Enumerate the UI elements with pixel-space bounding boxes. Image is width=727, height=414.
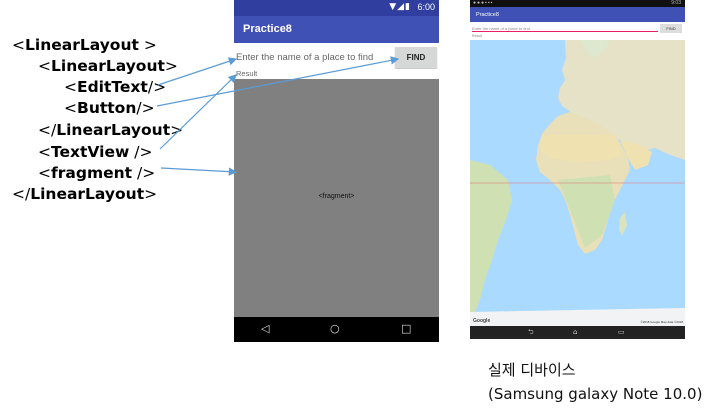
xml-line-textview: <TextView />	[38, 141, 152, 163]
recent-apps-icon[interactable]: ▭	[618, 328, 625, 336]
xml-bracket: >	[138, 36, 157, 54]
xml-bracket: </	[38, 121, 57, 139]
device-status-time: 9:03	[671, 0, 681, 6]
app-title: Practice8	[234, 16, 439, 43]
xml-bracket: <	[64, 78, 77, 96]
caption-line-device-model: (Samsung galaxy Note 10.0)	[488, 385, 703, 403]
xml-bracket: <	[38, 143, 51, 161]
xml-tag: EditText	[77, 78, 148, 96]
xml-line-linearlayout-root-close: </LinearLayout>	[12, 183, 157, 205]
search-row: FIND	[234, 43, 439, 69]
xml-tag: Button	[77, 99, 137, 117]
device-nav-bar: ⮌ ⌂ ▭	[470, 326, 685, 339]
recent-apps-icon[interactable]: □	[401, 322, 411, 335]
google-logo: Google	[473, 318, 491, 324]
fragment-label: <fragment>	[318, 193, 355, 200]
emulator-nav-bar: ◁ ○ □	[234, 317, 439, 342]
xml-bracket: <	[12, 36, 25, 54]
landmass-south-america	[470, 160, 512, 320]
back-icon[interactable]: ⮌	[528, 328, 534, 339]
xml-line-linearlayout-inner-open: <LinearLayout>	[38, 55, 178, 77]
device-caption: 실제 디바이스 (Samsung galaxy Note 10.0)	[488, 358, 702, 406]
xml-bracket: />	[132, 164, 156, 182]
google-map-view[interactable]: Google ©2018 Google Map data ©2018	[470, 40, 685, 326]
landmass-central-africa	[558, 175, 615, 248]
xml-tag: TextView	[51, 143, 130, 161]
emulator-status-bar: ▼◢▮ 6:00	[234, 0, 439, 16]
world-map-graphic	[470, 40, 685, 326]
xml-tag: LinearLayout	[56, 121, 171, 139]
wifi-signal-battery-icon: ▼◢▮	[389, 2, 411, 12]
back-icon[interactable]: ◁	[261, 322, 269, 335]
arrow-fragment	[160, 167, 238, 176]
landmass-sahara	[540, 135, 622, 162]
result-text: Result	[234, 69, 439, 79]
xml-bracket: >	[144, 185, 158, 203]
map-attribution: ©2018 Google Map data ©2018	[640, 320, 683, 324]
landmass-madagascar	[619, 212, 627, 236]
xml-bracket: <	[38, 57, 51, 75]
device-search-row: FIND	[470, 22, 685, 34]
status-time: 6:00	[417, 2, 435, 12]
xml-tag: LinearLayout	[51, 57, 165, 75]
xml-bracket: <	[64, 99, 77, 117]
caption-line-korean: 실제 디바이스	[488, 361, 576, 379]
xml-line-edittext: <EditText/>	[64, 76, 166, 98]
find-button[interactable]: FIND	[395, 47, 437, 68]
xml-bracket: >	[170, 121, 184, 139]
xml-line-button: <Button/>	[64, 97, 155, 119]
xml-bracket: />	[147, 78, 167, 96]
device-find-button[interactable]: FIND	[660, 24, 682, 33]
device-status-bar: ●●●▪▪▪ 9:03	[470, 0, 685, 7]
xml-bracket: </	[12, 185, 31, 203]
home-icon[interactable]: ○	[330, 322, 340, 335]
notification-icons: ●●●▪▪▪	[473, 0, 494, 6]
xml-bracket: />	[129, 143, 153, 161]
map-fragment-placeholder: <fragment>	[234, 79, 439, 317]
xml-tag: fragment	[51, 164, 133, 182]
emulator-screen: ▼◢▮ 6:00 Practice8 FIND Result <fragment…	[234, 0, 439, 342]
xml-line-fragment: <fragment />	[38, 162, 155, 184]
xml-bracket: />	[136, 99, 155, 117]
device-screen: ●●●▪▪▪ 9:03 Practice8 FIND Result	[470, 0, 685, 339]
device-app-title: Practice8	[470, 7, 685, 22]
xml-line-linearlayout-inner-close: </LinearLayout>	[38, 119, 183, 141]
device-place-search-input[interactable]	[472, 25, 658, 32]
xml-tag: LinearLayout	[25, 36, 139, 54]
xml-tag: LinearLayout	[30, 185, 145, 203]
xml-bracket: <	[38, 164, 51, 182]
xml-bracket: >	[164, 57, 178, 75]
home-icon[interactable]: ⌂	[573, 328, 577, 336]
place-search-input[interactable]	[236, 49, 392, 65]
xml-line-linearlayout-root-open: <LinearLayout >	[12, 34, 157, 56]
